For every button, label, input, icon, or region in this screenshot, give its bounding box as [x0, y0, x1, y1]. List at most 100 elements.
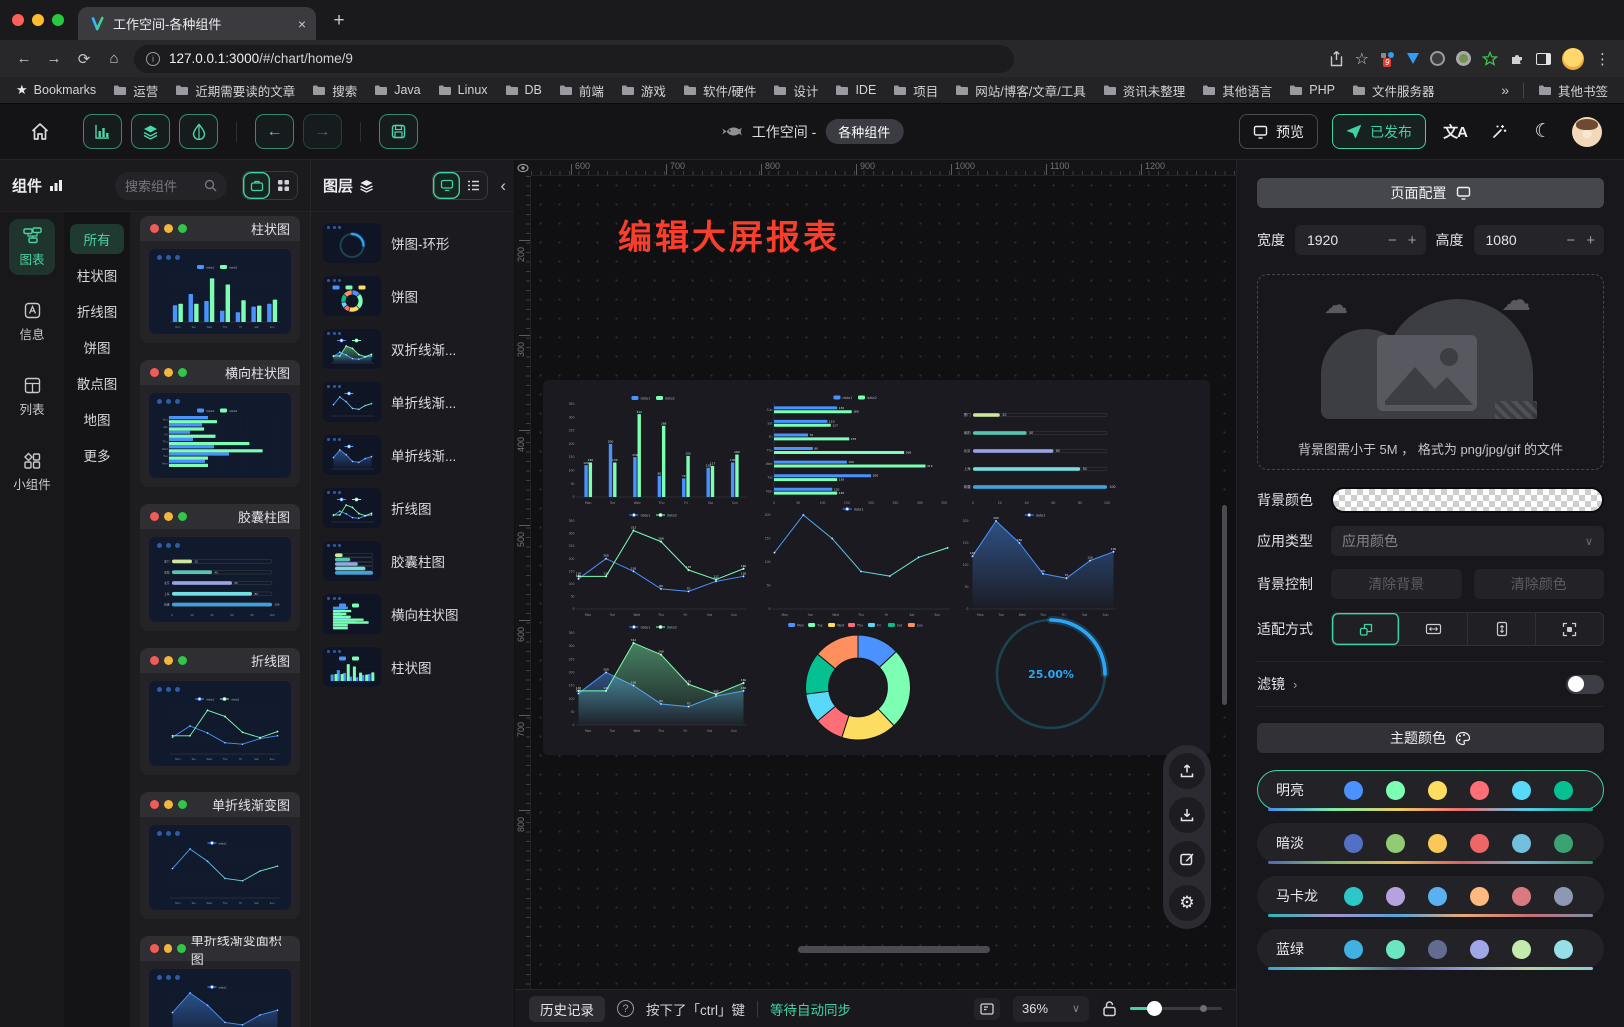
history-button[interactable]: 历史记录	[529, 996, 605, 1022]
maximize-window-icon[interactable]	[52, 14, 64, 26]
sidebar-item-1[interactable]: 信息	[9, 294, 55, 350]
chevron-right-icon[interactable]: ›	[1293, 677, 1297, 692]
bookmark-star-icon[interactable]: ☆	[1355, 49, 1369, 69]
other-bookmarks[interactable]: 其他书签	[1538, 81, 1608, 100]
layer-item[interactable]: 横向柱状图	[323, 594, 502, 634]
browser-menu-icon[interactable]: ⋮	[1595, 50, 1610, 68]
view-grid-button[interactable]	[270, 172, 297, 199]
layers-thumbnail-view-button[interactable]	[433, 172, 460, 199]
canvas-horizontal-scrollbar[interactable]	[798, 946, 990, 953]
canvas-chart-capsule[interactable]: 厦门20南阳40北京60上海80新疆100020406080100	[955, 398, 1121, 506]
settings-gear-icon[interactable]: ⚙	[1169, 885, 1205, 921]
extension-circle-icon[interactable]	[1430, 51, 1445, 66]
bookmark-folder[interactable]: 设计	[773, 81, 818, 100]
dashboard-panel[interactable]: 5010015020025030035001202001508070110130…	[543, 380, 1210, 755]
undo-button[interactable]: ←	[255, 114, 294, 149]
extension-ring-icon[interactable]	[1456, 51, 1471, 66]
category-item[interactable]: 散点图	[70, 368, 124, 398]
layer-item[interactable]: 单折线渐...	[323, 382, 502, 422]
browser-home-icon[interactable]: ⌂	[100, 45, 128, 73]
width-stepper[interactable]: 1920 −+	[1295, 225, 1426, 255]
bookmark-folder[interactable]: 近期需要读的文章	[175, 81, 295, 100]
background-upload-dropzone[interactable]: ☁ ☁ 背景图需小于 5M ， 格式为 png/jpg/gif 的文件	[1257, 274, 1604, 470]
bookmark-folder[interactable]: Java	[374, 81, 420, 100]
fit-stretch-button[interactable]	[1536, 613, 1603, 645]
bookmark-folder[interactable]: Linux	[438, 81, 488, 100]
bookmark-folder[interactable]: 其他语言	[1202, 81, 1272, 100]
page-config-button[interactable]: 页面配置	[1257, 178, 1604, 208]
component-card[interactable]: 胶囊柱图厦门20南阳40北京60上海80新疆100020406080100	[140, 504, 300, 631]
extension-star-icon[interactable]	[1482, 51, 1498, 67]
user-avatar[interactable]	[1572, 117, 1602, 147]
bookmark-folder[interactable]: 搜索	[312, 81, 357, 100]
fit-scale-button[interactable]	[1332, 613, 1400, 645]
new-tab-button[interactable]: +	[324, 6, 354, 36]
bookmark-folder[interactable]: 前端	[559, 81, 604, 100]
sidebar-item-2[interactable]: 列表	[9, 369, 55, 425]
category-item[interactable]: 柱状图	[70, 260, 124, 290]
bookmark-folder[interactable]: 项目	[893, 81, 938, 100]
theme-row[interactable]: 马卡龙	[1257, 876, 1604, 916]
layer-item[interactable]: 折线图	[323, 488, 502, 528]
layer-item[interactable]: 柱状图	[323, 647, 502, 687]
help-icon[interactable]: ?	[617, 1000, 634, 1017]
export-button[interactable]	[1169, 753, 1205, 789]
bookmarks-overflow-icon[interactable]: »	[1501, 82, 1509, 98]
component-card[interactable]: 折线图MonTueWedThuFriSatSundata1data2	[140, 648, 300, 775]
decrease-icon[interactable]: −	[1388, 232, 1397, 249]
canvas-chart-gradient-line[interactable]: 501001502000MonTueWedThuFriSatSundata1	[757, 504, 955, 618]
canvas-vertical-scrollbar[interactable]	[1222, 505, 1227, 705]
layer-item[interactable]: 双折线渐...	[323, 329, 502, 369]
address-bar[interactable]: i 127.0.0.1:3000/#/chart/home/9	[134, 45, 1014, 73]
canvas-chart-horizontal-bar[interactable]: 0501001502002503003501301107080150200120…	[761, 393, 955, 506]
browser-forward-icon[interactable]: →	[40, 45, 68, 73]
details-toggle-button[interactable]	[179, 114, 218, 149]
browser-profile-avatar[interactable]	[1562, 48, 1584, 70]
category-item[interactable]: 更多	[70, 440, 124, 470]
increase-icon[interactable]: +	[1408, 232, 1417, 249]
publish-button[interactable]: 已发布	[1332, 114, 1426, 149]
sidebar-toggle-icon[interactable]	[1536, 53, 1551, 65]
clear-background-button[interactable]: 清除背景	[1331, 569, 1462, 599]
canvas-chart-ring[interactable]: 25.00%	[981, 608, 1121, 736]
bookmark-folder[interactable]: IDE	[835, 81, 876, 100]
language-icon[interactable]: 文A	[1440, 117, 1470, 147]
decrease-icon[interactable]: −	[1566, 232, 1575, 249]
collapse-panel-icon[interactable]: ‹	[500, 176, 506, 196]
bookmark-folder[interactable]: 运营	[113, 81, 158, 100]
ruler-visibility-icon[interactable]	[515, 160, 531, 176]
zoom-slider[interactable]	[1130, 1001, 1222, 1016]
fit-height-button[interactable]	[1468, 613, 1536, 645]
close-window-icon[interactable]	[12, 14, 24, 26]
height-stepper[interactable]: 1080 −+	[1474, 225, 1605, 255]
layer-item[interactable]: 饼图	[323, 276, 502, 316]
bookmark-folder[interactable]: DB	[505, 81, 542, 100]
bookmark-folder[interactable]: 软件/硬件	[683, 81, 756, 100]
category-item[interactable]: 所有	[70, 224, 124, 254]
browser-tab[interactable]: 工作空间-各种组件 ×	[78, 7, 316, 40]
workspace-name-badge[interactable]: 各种组件	[825, 119, 903, 144]
save-button[interactable]	[379, 114, 418, 149]
bookmark-folder[interactable]: PHP	[1289, 81, 1335, 100]
share-icon[interactable]	[1329, 50, 1344, 67]
filter-toggle[interactable]	[1566, 675, 1604, 694]
layer-item[interactable]: 单折线渐...	[323, 435, 502, 475]
component-card[interactable]: 横向柱状图SunSatFriThuWedTueMondata1data2	[140, 360, 300, 487]
sidebar-item-3[interactable]: 小组件	[9, 444, 55, 500]
zoom-select[interactable]: 36% ∨	[1013, 996, 1089, 1022]
fit-width-button[interactable]	[1400, 613, 1468, 645]
theme-row[interactable]: 暗淡	[1257, 823, 1604, 863]
theme-color-button[interactable]: 主题颜色	[1257, 723, 1604, 753]
home-button[interactable]	[22, 115, 58, 149]
site-info-icon[interactable]: i	[146, 52, 160, 66]
minimize-window-icon[interactable]	[32, 14, 44, 26]
layers-toggle-button[interactable]	[131, 114, 170, 149]
bookmarks-manager[interactable]: ★Bookmarks	[16, 82, 96, 98]
layer-item[interactable]: 胶囊柱图	[323, 541, 502, 581]
canvas-chart-bar[interactable]: 5010015020025030035001202001508070110130…	[561, 393, 751, 506]
layers-list-view-button[interactable]	[460, 172, 487, 199]
category-item[interactable]: 地图	[70, 404, 124, 434]
bookmark-folder[interactable]: 网站/博客/文章/工具	[955, 81, 1085, 100]
edit-button[interactable]	[1169, 841, 1205, 877]
redo-button[interactable]: →	[303, 114, 342, 149]
